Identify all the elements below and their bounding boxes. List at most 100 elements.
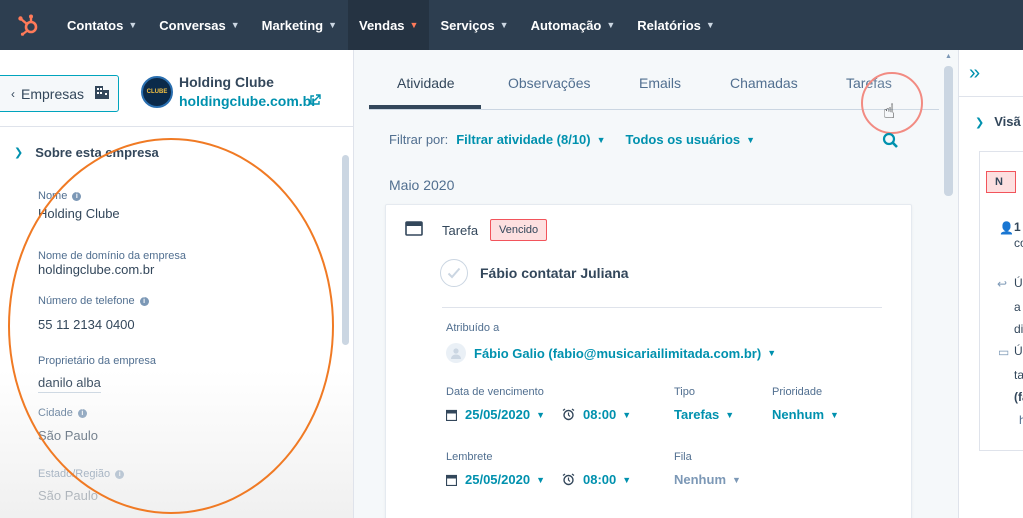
search-icon[interactable] [882, 132, 899, 154]
person-icon: 👤 [999, 221, 1014, 235]
due-time-dropdown[interactable]: 08:00 ▼ [562, 407, 631, 422]
about-section-toggle[interactable]: ❯ Sobre esta empresa [14, 145, 159, 160]
filter-bar: Filtrar por: Filtrar atividade (8/10) ▼ T… [389, 132, 755, 147]
task-icon [405, 221, 423, 242]
task-card: Tarefa Vencido Fábio contatar Juliana At… [385, 204, 912, 518]
avatar [446, 343, 466, 363]
right-text: ta [1014, 368, 1023, 382]
activity-scrollbar[interactable] [944, 66, 953, 196]
hand-cursor-icon: ☝ [883, 101, 896, 123]
right-text: 1 [1014, 220, 1021, 234]
activity-tabs: Atividade Observações Emails Chamadas Ta… [369, 50, 939, 110]
tab-emails[interactable]: Emails [639, 75, 681, 91]
nav-contatos[interactable]: Contatos ▼ [56, 0, 148, 50]
nav-relatorios[interactable]: Relatórios ▼ [626, 0, 726, 50]
chevron-down-icon: ▼ [230, 20, 240, 30]
property-label: Número de telefone [38, 295, 135, 307]
expand-icon[interactable]: » [969, 62, 980, 85]
right-badge: N [986, 171, 1016, 193]
due-date-dropdown[interactable]: 25/05/2020 ▼ [446, 407, 545, 422]
tab-observacoes[interactable]: Observações [508, 75, 590, 91]
chevron-down-icon: ▼ [328, 20, 337, 30]
top-navigation: Contatos ▼ Conversas ▼ Marketing ▼ Vendas ▼ … [0, 0, 1023, 50]
property-label: Nome de domínio da empresa [38, 250, 186, 262]
property-value: São Paulo [38, 428, 98, 443]
property-value: Holding Clube [38, 206, 120, 221]
info-icon[interactable]: i [139, 296, 149, 306]
assigned-label: Atribuído a [446, 322, 500, 334]
external-link-icon[interactable] [309, 93, 321, 111]
property-label: Proprietário da empresa [38, 355, 157, 367]
tab-atividade[interactable]: Atividade [397, 75, 455, 91]
divider [442, 307, 882, 308]
company-header: ‹ Empresas CLUBE Holding Clube holdingcl… [0, 50, 353, 127]
hubspot-logo-icon[interactable] [0, 0, 56, 50]
chevron-down-icon: ▼ [767, 348, 777, 358]
info-icon[interactable]: i [77, 408, 87, 418]
info-icon[interactable]: i [115, 469, 125, 479]
task-type-label: Tarefa [442, 223, 479, 238]
company-domain-link[interactable]: holdingclube.com.br [179, 93, 317, 109]
chevron-down-icon: ▼ [705, 20, 715, 30]
back-to-companies-button[interactable]: ‹ Empresas [0, 75, 119, 112]
right-section-toggle[interactable]: ❯ Visã [975, 114, 1021, 129]
reminder-date-dropdown[interactable]: 25/05/2020 ▼ [446, 472, 545, 487]
sidebar-scrollbar[interactable] [342, 155, 349, 345]
task-icon: ▭ [998, 345, 1010, 359]
activity-panel: Atividade Observações Emails Chamadas Ta… [355, 50, 958, 518]
section-title: Sobre esta empresa [35, 145, 159, 160]
task-title[interactable]: Fábio contatar Juliana [480, 265, 629, 281]
company-sidebar: ‹ Empresas CLUBE Holding Clube holdingcl… [0, 50, 354, 518]
filter-label: Filtrar por: [389, 132, 449, 147]
chevron-down-icon: ▼ [409, 20, 419, 30]
type-label: Tipo [674, 386, 695, 398]
tab-chamadas[interactable]: Chamadas [730, 75, 798, 91]
priority-label: Prioridade [772, 386, 823, 398]
chevron-down-icon: ▼ [128, 20, 138, 30]
chevron-left-icon: ‹ [11, 86, 15, 101]
property-name[interactable]: Nome i Holding Clube [38, 190, 120, 221]
nav-vendas[interactable]: Vendas ▼ [348, 0, 430, 50]
chevron-down-icon: ▼ [499, 20, 509, 30]
chevron-down-icon: ▼ [622, 409, 632, 420]
calendar-icon [446, 409, 457, 421]
building-icon [94, 84, 110, 103]
right-text: Ú [1014, 344, 1023, 358]
active-tab-indicator [369, 105, 481, 109]
alarm-clock-icon [562, 408, 575, 421]
due-date-label: Data de vencimento [446, 386, 544, 398]
scroll-up-arrow-icon[interactable]: ▲ [945, 53, 952, 60]
nav-automacao[interactable]: Automação ▼ [520, 0, 627, 50]
nav-servicos[interactable]: Serviços ▼ [429, 0, 519, 50]
right-sidebar: » ❯Visã N 👤 1 co ↩ Ú a di ▭ Ú ta (fa h [958, 50, 1023, 518]
users-filter-dropdown[interactable]: Todos os usuários ▼ [626, 132, 756, 147]
type-dropdown[interactable]: Tarefas ▼ [674, 407, 734, 422]
property-value: São Paulo [38, 488, 98, 503]
nav-conversas[interactable]: Conversas ▼ [148, 0, 250, 50]
property-owner[interactable]: Proprietário da empresa danilo alba [38, 355, 156, 393]
property-label: Estado/Região [38, 468, 111, 480]
right-text: di [1014, 322, 1023, 336]
property-city[interactable]: Cidade i São Paulo [38, 407, 98, 443]
reminder-time-dropdown[interactable]: 08:00 ▼ [562, 472, 631, 487]
assigned-dropdown[interactable]: Fábio Galio (fabio@musicariailimitada.co… [446, 343, 776, 363]
queue-label: Fila [674, 451, 692, 463]
reply-icon: ↩ [997, 277, 1008, 291]
property-label: Nome [38, 190, 68, 202]
month-heading: Maio 2020 [389, 177, 455, 193]
nav-marketing[interactable]: Marketing ▼ [251, 0, 348, 50]
priority-dropdown[interactable]: Nenhum ▼ [772, 407, 839, 422]
check-icon [447, 267, 461, 279]
queue-dropdown[interactable]: Nenhum ▼ [674, 472, 741, 487]
right-text: Ú [1014, 276, 1023, 290]
chevron-down-icon: ▼ [536, 409, 545, 420]
complete-task-checkbox[interactable] [440, 259, 468, 287]
property-state[interactable]: Estado/Região i São Paulo [38, 468, 125, 503]
info-icon[interactable]: i [72, 191, 82, 201]
property-phone[interactable]: Número de telefone i 55 11 2134 0400 [38, 295, 149, 332]
divider [959, 96, 1023, 97]
chevron-down-icon: ❯ [14, 147, 24, 159]
property-value: 55 11 2134 0400 [38, 317, 135, 332]
activity-filter-dropdown[interactable]: Filtrar atividade (8/10) ▼ [456, 132, 605, 147]
property-domain[interactable]: Nome de domínio da empresa holdingclube.… [38, 250, 186, 277]
